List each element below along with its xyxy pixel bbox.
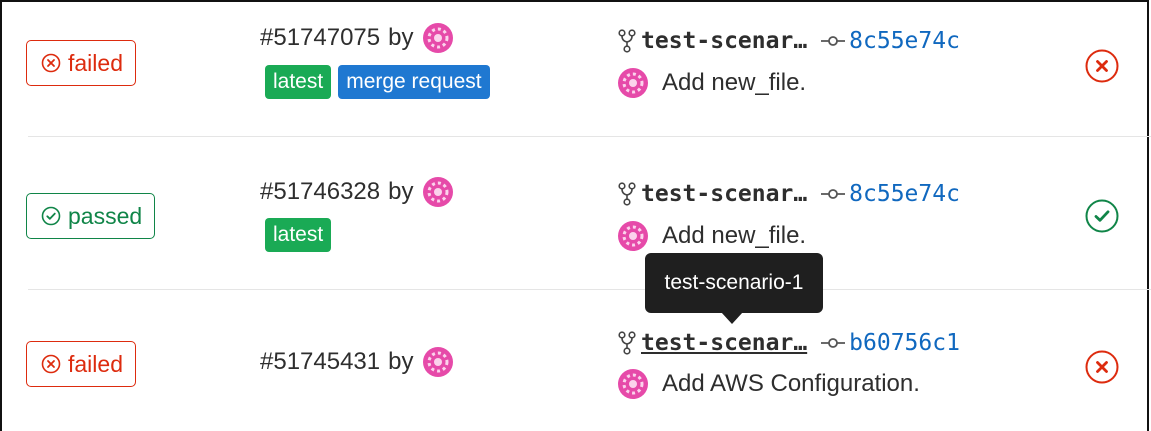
pipeline-id-link[interactable]: #51746328 <box>260 178 380 206</box>
user-avatar[interactable] <box>422 22 454 54</box>
user-avatar[interactable] <box>422 176 454 208</box>
branch-fork-icon <box>618 331 636 355</box>
commit-sha-link[interactable]: b60756c1 <box>849 330 960 356</box>
pipeline-by-label: by <box>388 348 414 375</box>
status-badge-failed[interactable]: failed <box>26 341 136 387</box>
commit-author-avatar[interactable] <box>617 220 649 252</box>
commit-author-avatar[interactable] <box>617 67 649 99</box>
pipeline-by-label: by <box>388 24 414 51</box>
status-badge-failed[interactable]: failed <box>26 40 136 86</box>
tooltip-text: test-scenario-1 <box>664 271 804 294</box>
commit-icon <box>821 338 846 348</box>
commit-line: Add new_file. <box>617 67 806 99</box>
pipeline-id: #51746328 by <box>260 176 454 208</box>
tooltip-arrow <box>721 312 743 324</box>
tag-merge-request[interactable]: merge request <box>338 65 490 99</box>
commit-message-link[interactable]: Add new_file. <box>662 69 806 97</box>
ref-line: test-scenar… 8c55e74c <box>617 28 960 54</box>
branch-tooltip: test-scenario-1 <box>645 253 823 313</box>
commit-message-link[interactable]: Add AWS Configuration. <box>662 370 920 398</box>
commit-line: Add AWS Configuration. <box>617 368 920 400</box>
ref-line: test-scenar… b60756c1 <box>617 330 960 356</box>
ref-line: test-scenar… 8c55e74c <box>617 181 960 207</box>
commit-author-avatar[interactable] <box>617 368 649 400</box>
commit-icon <box>821 189 846 199</box>
status-badge-passed[interactable]: passed <box>26 193 156 239</box>
pipeline-tags: latest <box>265 218 332 252</box>
tag-latest[interactable]: latest <box>265 65 332 99</box>
commit-icon <box>821 36 846 46</box>
pipeline-by-label: by <box>388 178 414 205</box>
pipeline-row: failed #51745431 by test-scenar… b60756c… <box>2 290 1149 431</box>
failed-x-circle-icon[interactable] <box>1085 350 1119 384</box>
pipeline-id-link[interactable]: #51745431 <box>260 348 380 376</box>
tag-latest[interactable]: latest <box>265 218 332 252</box>
status-passed-icon <box>41 206 61 226</box>
commit-sha-link[interactable]: 8c55e74c <box>849 181 960 207</box>
status-failed-icon <box>41 53 61 73</box>
pipeline-id-link[interactable]: #51747075 <box>260 24 380 52</box>
branch-link-hovered[interactable]: test-scenar… <box>641 330 807 356</box>
passed-check-circle-icon[interactable] <box>1085 199 1119 233</box>
branch-link[interactable]: test-scenar… <box>641 28 807 54</box>
status-label: passed <box>68 202 143 229</box>
pipeline-id: #51745431 by <box>260 346 454 378</box>
branch-fork-icon <box>618 29 636 53</box>
failed-x-circle-icon[interactable] <box>1085 49 1119 83</box>
commit-sha-link[interactable]: 8c55e74c <box>849 28 960 54</box>
pipeline-row: passed #51746328 by latest test-scenar… … <box>2 137 1149 289</box>
pipeline-tags: latest merge request <box>265 65 490 99</box>
user-avatar[interactable] <box>422 346 454 378</box>
pipeline-id: #51747075 by <box>260 22 454 54</box>
branch-fork-icon <box>618 182 636 206</box>
pipeline-row: failed #51747075 by latest merge request… <box>2 0 1149 136</box>
commit-message-link[interactable]: Add new_file. <box>662 222 806 250</box>
status-label: failed <box>68 350 123 377</box>
status-label: failed <box>68 49 123 76</box>
branch-link[interactable]: test-scenar… <box>641 181 807 207</box>
status-failed-icon <box>41 354 61 374</box>
commit-line: Add new_file. <box>617 220 806 252</box>
